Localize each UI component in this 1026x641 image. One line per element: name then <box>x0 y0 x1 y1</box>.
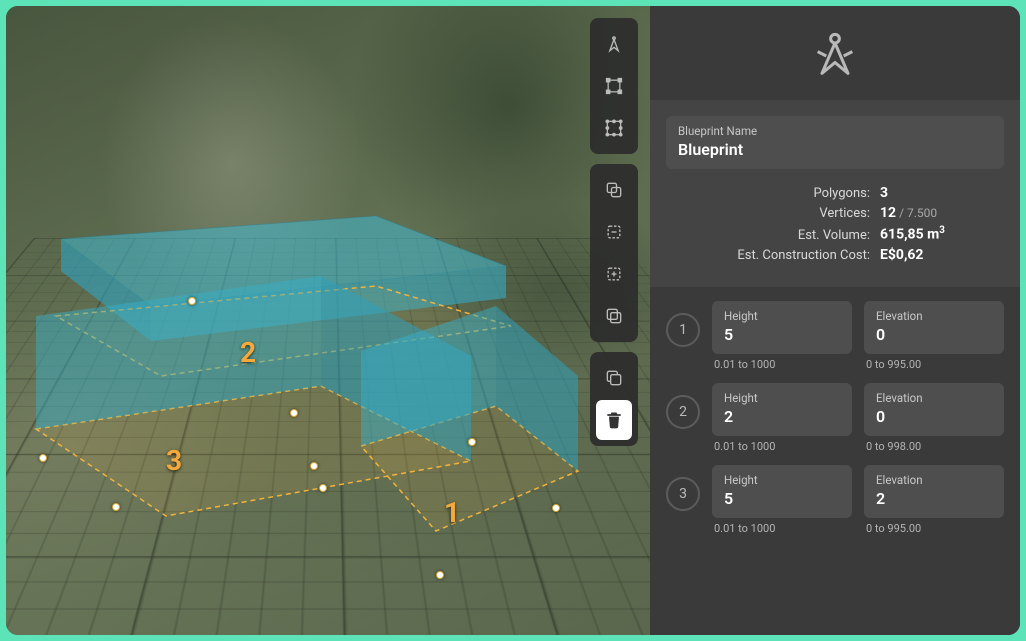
box-select-icon <box>604 76 624 96</box>
elevation-hint: 0 to 995.00 <box>864 358 1004 371</box>
copy-icon <box>604 180 624 200</box>
tool-group-modes <box>590 18 638 154</box>
elevation-field[interactable]: Elevation 2 <box>864 465 1004 518</box>
duplicate-icon <box>604 368 624 388</box>
stat-cost: Est. Construction Cost: E$0,62 <box>670 247 1000 263</box>
tool-compass[interactable] <box>596 24 632 64</box>
panel-body: Blueprint Name Blueprint Polygons: 3 Ver… <box>650 100 1020 287</box>
blueprint-name-field[interactable]: Blueprint Name Blueprint <box>666 116 1004 169</box>
volume-row: 3 Height 5 0.01 to 1000 Elevation 2 0 to… <box>666 465 1004 535</box>
tool-group-edit <box>590 164 638 342</box>
volume-label-2: 2 <box>240 336 256 369</box>
elevation-field[interactable]: Elevation 0 <box>864 383 1004 436</box>
tool-select-add[interactable] <box>596 254 632 294</box>
vertex-node[interactable] <box>552 504 560 512</box>
tool-bounds[interactable] <box>596 108 632 148</box>
union-icon <box>604 306 624 326</box>
volume-row: 1 Height 5 0.01 to 1000 Elevation 0 0 to… <box>666 301 1004 371</box>
compass-icon <box>809 30 861 82</box>
volume-index[interactable]: 1 <box>666 313 700 347</box>
volume-label-1: 1 <box>444 496 460 529</box>
stats-block: Polygons: 3 Vertices: 12/ 7.500 Est. Vol… <box>666 181 1004 271</box>
vertex-node[interactable] <box>310 462 318 470</box>
bounds-icon <box>604 118 624 138</box>
height-field[interactable]: Height 5 <box>712 301 852 354</box>
vertex-node[interactable] <box>39 454 47 462</box>
blueprint-name-value: Blueprint <box>678 140 992 159</box>
elevation-hint: 0 to 995.00 <box>864 522 1004 535</box>
toolbar <box>590 18 638 446</box>
stat-volume: Est. Volume: 615,85 m3 <box>670 225 1000 243</box>
trash-icon <box>604 410 624 430</box>
volume-index[interactable]: 2 <box>666 395 700 429</box>
tool-box-select[interactable] <box>596 66 632 106</box>
tool-trash[interactable] <box>596 400 632 440</box>
tool-select-subtract[interactable] <box>596 212 632 252</box>
vertex-node[interactable] <box>188 297 196 305</box>
tool-copy[interactable] <box>596 170 632 210</box>
volume-row: 2 Height 2 0.01 to 1000 Elevation 0 0 to… <box>666 383 1004 453</box>
tool-union[interactable] <box>596 296 632 336</box>
panel-header <box>650 6 1020 100</box>
select-subtract-icon <box>604 222 624 242</box>
vertex-node[interactable] <box>112 503 120 511</box>
height-hint: 0.01 to 1000 <box>712 522 852 535</box>
app-frame: 1 2 3 <box>6 6 1020 635</box>
tool-group-clipboard <box>590 352 638 446</box>
volume-list: 1 Height 5 0.01 to 1000 Elevation 0 0 to… <box>650 287 1020 635</box>
stat-polygons: Polygons: 3 <box>670 185 1000 201</box>
elevation-field[interactable]: Elevation 0 <box>864 301 1004 354</box>
blueprint-name-label: Blueprint Name <box>678 124 992 138</box>
shapes-svg <box>6 6 650 635</box>
vertex-node[interactable] <box>436 571 444 579</box>
vertex-node[interactable] <box>319 484 327 492</box>
stat-vertices: Vertices: 12/ 7.500 <box>670 205 1000 221</box>
volume-index[interactable]: 3 <box>666 477 700 511</box>
height-hint: 0.01 to 1000 <box>712 440 852 453</box>
height-field[interactable]: Height 5 <box>712 465 852 518</box>
height-field[interactable]: Height 2 <box>712 383 852 436</box>
inspector-panel: Blueprint Name Blueprint Polygons: 3 Ver… <box>650 6 1020 635</box>
height-hint: 0.01 to 1000 <box>712 358 852 371</box>
vertex-node[interactable] <box>468 438 476 446</box>
volume-label-3: 3 <box>166 444 182 477</box>
compass-icon <box>604 34 624 54</box>
select-add-icon <box>604 264 624 284</box>
viewport-3d[interactable]: 1 2 3 <box>6 6 650 635</box>
tool-duplicate[interactable] <box>596 358 632 398</box>
vertex-node[interactable] <box>290 409 298 417</box>
elevation-hint: 0 to 998.00 <box>864 440 1004 453</box>
